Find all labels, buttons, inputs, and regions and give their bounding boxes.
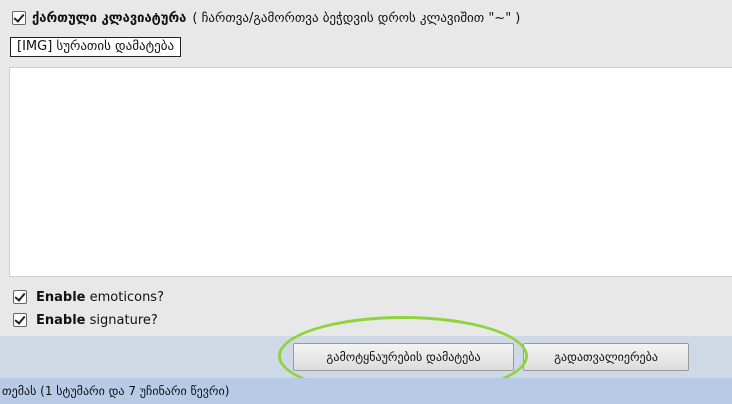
topic-viewers-footer: თემას (1 სტუმარი და 7 უჩინარი წევრი)	[0, 378, 732, 404]
georgian-keyboard-hint: ( ჩართვა/გამორთვა ბეჭდვის დროს კლავიშით …	[192, 10, 521, 26]
enable-emoticons-row: Enable emoticons?	[13, 287, 164, 307]
enable-emoticons-checkbox[interactable]	[13, 290, 27, 304]
enable-signature-row: Enable signature?	[13, 310, 158, 330]
insert-image-button[interactable]: [IMG] სურათის დამატება	[10, 37, 182, 57]
georgian-keyboard-checkbox[interactable]	[12, 11, 26, 25]
form-actions-bar: გამოტყნაურების დამატება გადათვალიერება	[0, 336, 732, 378]
add-attachment-button[interactable]: გამოტყნაურების დამატება	[293, 343, 514, 371]
georgian-keyboard-label[interactable]: ქართული კლავიატურა	[32, 11, 186, 26]
reply-form-panel: ქართული კლავიატურა ( ჩართვა/გამორთვა ბეჭ…	[0, 0, 732, 336]
georgian-keyboard-row: ქართული კლავიატურა ( ჩართვა/გამორთვა ბეჭ…	[12, 8, 520, 28]
topic-viewers-text: თემას (1 სტუმარი და 7 უჩინარი წევრი)	[2, 384, 230, 398]
message-textarea[interactable]	[9, 67, 732, 277]
enable-signature-checkbox[interactable]	[13, 313, 27, 327]
check-spelling-button[interactable]: გადათვალიერება	[523, 343, 689, 371]
enable-signature-label[interactable]: Enable signature?	[36, 313, 158, 328]
enable-emoticons-label[interactable]: Enable emoticons?	[36, 290, 164, 305]
